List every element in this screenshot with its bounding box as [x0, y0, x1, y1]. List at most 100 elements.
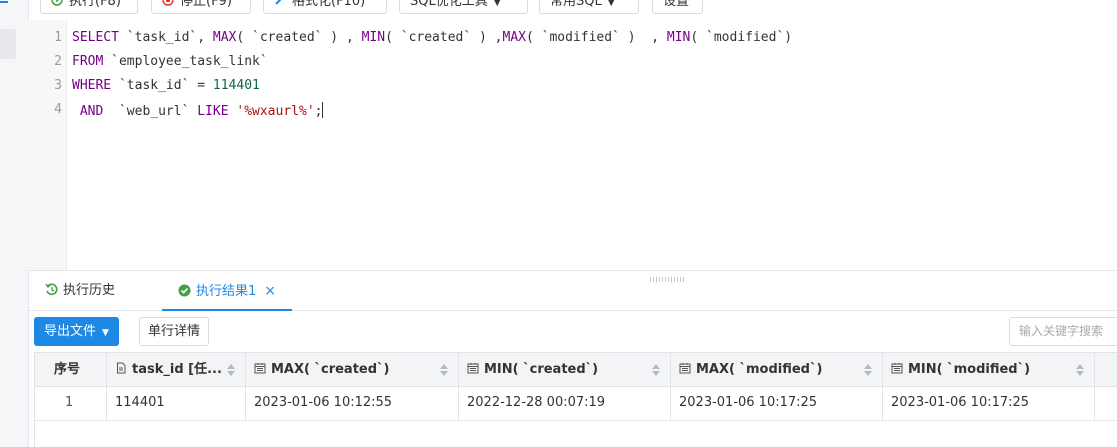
export-file-button[interactable]: 导出文件 ▼	[34, 317, 119, 346]
sql-optimize-dropdown[interactable]: SQL优化工具 ▼	[399, 0, 528, 14]
table-row[interactable]: 1 114401 2023-01-06 10:12:55 2022-12-28 …	[34, 387, 1117, 421]
calendar-icon	[254, 363, 266, 374]
identifier-token: ( `modified`)	[690, 30, 793, 45]
keyword-token: MIN	[666, 30, 691, 45]
export-label: 导出文件	[44, 324, 97, 339]
stop-circle-icon	[162, 0, 174, 6]
column-header-label: MIN( `modified`)	[908, 362, 1031, 377]
keyword-token: MAX	[212, 30, 237, 45]
column-header-label: MAX( `modified`)	[696, 362, 823, 377]
line-number: 2	[54, 54, 62, 69]
line-number: 1	[54, 30, 62, 45]
sql-optimize-label: SQL优化工具	[410, 0, 488, 9]
keyword-token: FROM	[72, 54, 104, 69]
identifier-token: `task_id`,	[118, 30, 213, 45]
row-detail-button[interactable]: 单行详情	[139, 317, 210, 346]
settings-button[interactable]: 设置	[652, 0, 703, 14]
tab-history-label: 执行历史	[63, 283, 116, 298]
format-button[interactable]: 格式化(F10)	[263, 0, 387, 14]
column-header-label: MAX( `created`)	[271, 362, 390, 377]
table-cell[interactable]: 2022-12-28 00:07:19	[459, 387, 671, 420]
calendar-icon	[891, 363, 903, 374]
sql-toolbar: 执行(F8) 停止(F9) 格式化(F10) SQL优化工具 ▼ 常用SQL ▼ 设…	[28, 0, 1117, 20]
sort-icon[interactable]	[864, 364, 872, 376]
table-cell[interactable]: 2023-01-06 10:17:25	[671, 387, 883, 420]
table-cell[interactable]: 114401	[107, 387, 246, 420]
keyword-token: SELECT	[72, 30, 119, 45]
identifier-token: ( `modified` ) ,	[525, 30, 667, 45]
keyword-token: LIKE	[197, 104, 229, 119]
stop-button[interactable]: 停止(F9)	[151, 0, 251, 14]
grid-left-border	[34, 352, 35, 447]
keyword-token: AND	[79, 104, 104, 119]
line-number: 4	[54, 102, 62, 117]
column-header-min-modified[interactable]: MIN( `modified`)	[883, 353, 1095, 386]
chevron-down-icon: ▼	[102, 328, 109, 338]
sql-editor[interactable]: 1 2 3 4 SELECT `task_id`, MAX( `created`…	[28, 20, 1117, 271]
sort-icon[interactable]	[440, 364, 448, 376]
row-detail-label: 单行详情	[148, 324, 201, 339]
execute-label: 执行(F8)	[69, 0, 121, 9]
result-grid: 序号 task_id [任... MAX( `created`) MIN( `c…	[34, 352, 1117, 447]
column-header-label: 序号	[54, 362, 81, 377]
calendar-icon	[679, 363, 691, 374]
table-cell[interactable]: 2023-01-06 10:12:55	[246, 387, 459, 420]
column-header-label: task_id [任...	[132, 362, 222, 377]
column-header-min-created[interactable]: MIN( `created`)	[459, 353, 671, 386]
format-label: 格式化(F10)	[292, 0, 366, 9]
code-line: WHERE `task_id` = 114401	[72, 78, 260, 93]
number-token: 114401	[212, 78, 260, 93]
execute-button[interactable]: 执行(F8)	[40, 0, 138, 14]
sort-icon[interactable]	[227, 364, 235, 376]
calendar-icon	[467, 363, 479, 374]
sidebar-selected-item[interactable]	[0, 29, 16, 59]
keyword-token: MIN	[361, 30, 386, 45]
column-header-task-id[interactable]: task_id [任...	[107, 353, 246, 386]
search-placeholder: 输入关键字搜索	[1019, 324, 1104, 338]
tab-result-label: 执行结果1	[196, 284, 257, 299]
result-actions: 导出文件 ▼ 单行详情 输入关键字搜索	[28, 310, 1117, 352]
stop-label: 停止(F9)	[180, 0, 232, 9]
line-number: 3	[54, 78, 62, 93]
menu-icon[interactable]	[0, 0, 8, 7]
code-line: AND `web_url` LIKE '%wxaurl%';	[72, 102, 324, 119]
line-number-gutter: 1 2 3 4	[28, 20, 67, 270]
keyword-search-input[interactable]: 输入关键字搜索	[1009, 317, 1117, 346]
keyword-token: WHERE	[72, 78, 112, 93]
settings-label: 设置	[663, 0, 690, 9]
column-header-max-modified[interactable]: MAX( `modified`)	[671, 353, 883, 386]
left-sidebar	[0, 0, 29, 447]
identifier-token: ( `created` ) ,	[236, 30, 362, 45]
history-icon	[45, 283, 58, 296]
column-header-index[interactable]: 序号	[34, 353, 107, 386]
close-icon[interactable]: ×	[264, 283, 276, 299]
sort-icon[interactable]	[652, 364, 660, 376]
chevron-down-icon: ▼	[607, 0, 615, 8]
code-line: FROM `employee_task_link`	[72, 54, 268, 69]
common-sql-dropdown[interactable]: 常用SQL ▼	[539, 0, 639, 14]
table-cell[interactable]: 1	[34, 387, 107, 420]
identifier-token: `employee_task_link`	[103, 54, 268, 69]
identifier-token: `web_url`	[103, 104, 198, 119]
sort-icon[interactable]	[1076, 364, 1084, 376]
identifier-token: `task_id` =	[111, 78, 213, 93]
column-header-max-created[interactable]: MAX( `created`)	[246, 353, 459, 386]
tab-result-1[interactable]: 执行结果1 ×	[162, 276, 293, 311]
table-header-row: 序号 task_id [任... MAX( `created`) MIN( `c…	[34, 352, 1117, 387]
keyword-token: MAX	[502, 30, 526, 45]
tab-history[interactable]: 执行历史	[45, 276, 115, 309]
common-sql-label: 常用SQL	[550, 0, 602, 9]
document-icon	[117, 362, 126, 374]
chevron-down-icon: ▼	[493, 0, 501, 8]
text-cursor	[322, 102, 324, 118]
punctuation-token: ;	[314, 104, 323, 119]
table-cell[interactable]: 2023-01-06 10:17:25	[883, 387, 1095, 420]
magic-wand-icon	[275, 0, 282, 5]
identifier-token: ( `created` ) ,	[385, 30, 503, 45]
check-circle-icon	[178, 284, 191, 297]
column-header-label: MIN( `created`)	[484, 362, 599, 377]
sql-code[interactable]: SELECT `task_id`, MAX( `created` ) , MIN…	[72, 20, 792, 119]
result-tabs: 执行历史 执行结果1 ×	[28, 276, 1117, 311]
string-token: '%wxaurl%'	[236, 104, 315, 119]
